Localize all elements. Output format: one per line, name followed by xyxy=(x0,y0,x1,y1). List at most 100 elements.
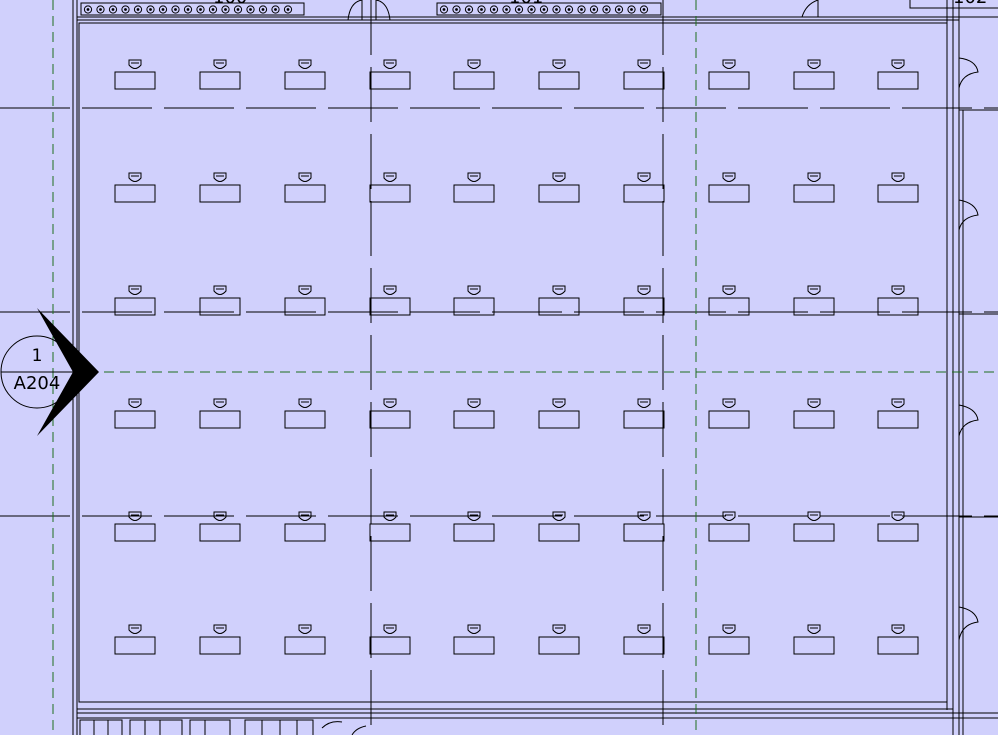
chair-icon xyxy=(383,624,397,634)
desk xyxy=(114,184,156,203)
walls xyxy=(72,0,998,735)
workstation xyxy=(453,59,495,90)
outlet-dot xyxy=(530,8,533,11)
outlet-dot xyxy=(505,8,508,11)
outlet-dot xyxy=(186,8,190,11)
chair-icon xyxy=(807,398,821,408)
chair-icon xyxy=(722,398,736,408)
desk xyxy=(793,184,835,203)
workstation xyxy=(369,624,411,655)
chair-icon xyxy=(128,624,142,634)
chair-icon xyxy=(637,285,651,295)
workstation xyxy=(708,398,750,429)
workstation xyxy=(538,398,580,429)
chair-icon xyxy=(807,511,821,521)
outlet-dot xyxy=(442,8,446,11)
desk xyxy=(793,523,835,542)
door-arc xyxy=(958,404,979,437)
workstation xyxy=(199,172,241,203)
outlet-dot xyxy=(99,8,102,11)
desk xyxy=(114,71,156,90)
desk xyxy=(114,636,156,655)
workstation xyxy=(877,285,919,316)
room-102-box xyxy=(909,0,998,9)
desk xyxy=(284,71,326,90)
chair-icon xyxy=(637,172,651,182)
chair-icon xyxy=(467,624,481,634)
chair-icon xyxy=(467,59,481,69)
desk xyxy=(369,636,411,655)
outlet-dot xyxy=(136,8,140,11)
door-arc xyxy=(958,199,979,231)
desk xyxy=(793,71,835,90)
chair-icon xyxy=(467,285,481,295)
outlet-dot xyxy=(630,8,633,11)
desk xyxy=(453,636,495,655)
desk xyxy=(453,410,495,429)
chair-icon xyxy=(467,398,481,408)
desk xyxy=(199,184,241,203)
structural-lines xyxy=(0,0,998,735)
desk xyxy=(284,184,326,203)
workstation xyxy=(877,59,919,90)
chair-icon xyxy=(637,398,651,408)
workstation xyxy=(114,285,156,316)
workstation xyxy=(199,624,241,655)
workstation xyxy=(114,172,156,203)
desk xyxy=(114,410,156,429)
workstation xyxy=(708,59,750,90)
outlet-dot xyxy=(455,8,458,11)
section-marker[interactable] xyxy=(0,308,99,436)
workstation xyxy=(793,59,835,90)
chair-icon xyxy=(807,285,821,295)
workstation xyxy=(793,172,835,203)
outlet-dot xyxy=(517,8,521,11)
desk xyxy=(623,636,665,655)
outlet-dot xyxy=(236,8,240,11)
outlet-dot xyxy=(149,8,152,11)
desk xyxy=(708,636,750,655)
desk xyxy=(284,410,326,429)
chair-icon xyxy=(807,59,821,69)
outlet-dot xyxy=(605,8,608,11)
room-boundary-inner xyxy=(78,22,948,703)
desk xyxy=(708,523,750,542)
workstation xyxy=(623,624,665,655)
desk xyxy=(199,636,241,655)
workstation xyxy=(114,59,156,90)
workstation xyxy=(453,285,495,316)
outlet-dot xyxy=(642,8,646,11)
chair-icon xyxy=(637,59,651,69)
workstation xyxy=(369,172,411,203)
chair-icon xyxy=(298,398,312,408)
chair-icon xyxy=(128,398,142,408)
outlet-dot xyxy=(261,8,265,11)
grid-lines xyxy=(52,0,998,735)
outlet-dot xyxy=(111,8,115,11)
workstation xyxy=(284,285,326,316)
workstation xyxy=(793,624,835,655)
desk xyxy=(877,184,919,203)
chair-icon xyxy=(213,624,227,634)
workstation xyxy=(284,398,326,429)
workstation xyxy=(793,398,835,429)
chair-icon xyxy=(637,624,651,634)
chair-icon xyxy=(383,398,397,408)
chair-icon xyxy=(298,285,312,295)
outlet-dot xyxy=(555,8,558,11)
outlet-dot xyxy=(467,8,471,11)
workstation xyxy=(114,624,156,655)
outlet-dot xyxy=(480,8,483,11)
desk xyxy=(199,523,241,542)
chair-icon xyxy=(552,398,566,408)
outlet-dot xyxy=(617,8,621,11)
floor-plan-canvas[interactable] xyxy=(0,0,998,735)
outlet-dot xyxy=(174,8,177,11)
outlet-dot xyxy=(286,8,290,11)
chair-icon xyxy=(807,624,821,634)
workstation xyxy=(369,398,411,429)
workstation xyxy=(877,624,919,655)
chair-icon xyxy=(128,285,142,295)
desk xyxy=(114,523,156,542)
workstation xyxy=(538,59,580,90)
